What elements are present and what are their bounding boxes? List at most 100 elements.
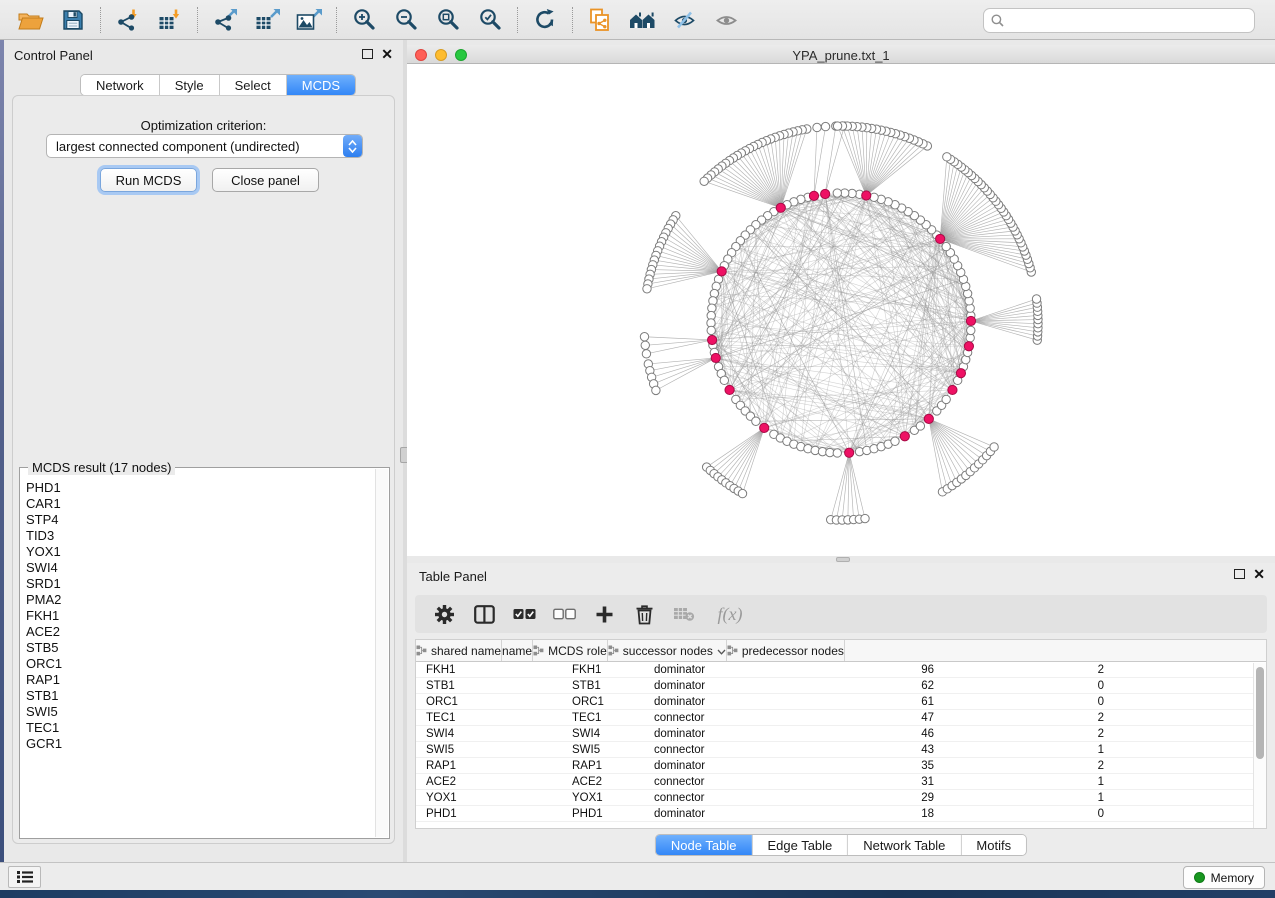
deselect-all-columns-icon[interactable] [549, 599, 579, 629]
mcds-result-item[interactable]: ORC1 [26, 656, 373, 672]
mcds-result-item[interactable]: SWI4 [26, 560, 373, 576]
mcds-result-item[interactable]: RAP1 [26, 672, 373, 688]
zoom-fit-icon[interactable] [431, 5, 465, 35]
open-file-icon[interactable] [14, 5, 48, 35]
mcds-result-item[interactable]: STB5 [26, 640, 373, 656]
mcds-result-item[interactable]: STB1 [26, 688, 373, 704]
run-mcds-button[interactable]: Run MCDS [100, 168, 197, 192]
dropdown-value: largest connected component (undirected) [47, 139, 343, 154]
table-row[interactable]: TEC1 TEC1 connector 47 2 [416, 710, 1266, 726]
control-panel-tab[interactable]: Style [160, 75, 220, 95]
optimization-dropdown[interactable]: largest connected component (undirected) [46, 134, 363, 158]
table-scrollbar[interactable] [1253, 663, 1266, 828]
import-network-icon[interactable] [111, 5, 145, 35]
zoom-in-icon[interactable] [347, 5, 381, 35]
horizontal-splitter[interactable] [407, 556, 1275, 563]
control-panel-tab[interactable]: MCDS [287, 75, 355, 95]
hide-selected-eye-icon[interactable] [667, 5, 701, 35]
mcds-result-item[interactable]: CAR1 [26, 496, 373, 512]
column-label: successor nodes [623, 644, 713, 658]
table-tab[interactable]: Network Table [848, 835, 961, 855]
table-row[interactable]: PHD1 PHD1 dominator 18 0 [416, 806, 1266, 822]
cell-name: TEC1 [562, 710, 644, 725]
first-neighbors-icon[interactable] [625, 5, 659, 35]
mcds-result-item[interactable]: ACE2 [26, 624, 373, 640]
cell-shared-name: SWI4 [416, 726, 562, 741]
table-row[interactable]: RAP1 RAP1 dominator 35 2 [416, 758, 1266, 774]
cell-mcds-role: connector [644, 710, 792, 725]
cell-name: ACE2 [562, 774, 644, 789]
table-row[interactable]: ORC1 ORC1 dominator 61 0 [416, 694, 1266, 710]
sort-chevron-icon[interactable] [717, 644, 726, 658]
close-table-panel-icon[interactable]: ✕ [1253, 569, 1265, 579]
network-canvas[interactable] [407, 64, 1275, 556]
table-scrollbar-thumb[interactable] [1256, 667, 1264, 759]
mcds-result-item[interactable]: STP4 [26, 512, 373, 528]
mcds-result-item[interactable]: YOX1 [26, 544, 373, 560]
zoom-selected-icon[interactable] [473, 5, 507, 35]
cell-shared-name: PHD1 [416, 806, 562, 821]
mcds-result-item[interactable]: SWI5 [26, 704, 373, 720]
toolbar-separator [197, 7, 198, 33]
splitter-grip[interactable] [836, 557, 850, 562]
save-session-icon[interactable] [56, 5, 90, 35]
result-scrollbar[interactable] [375, 469, 388, 837]
cell-filler [1114, 790, 1266, 805]
cell-name: STB1 [562, 678, 644, 693]
export-table-icon[interactable] [250, 5, 284, 35]
table-row[interactable]: SWI5 SWI5 connector 43 1 [416, 742, 1266, 758]
global-search[interactable] [983, 8, 1255, 33]
memory-button[interactable]: Memory [1183, 866, 1265, 889]
mcds-result-item[interactable]: FKH1 [26, 608, 373, 624]
cell-predecessor-nodes: 0 [944, 678, 1114, 693]
column-header[interactable]: MCDS role [533, 640, 608, 661]
column-header[interactable]: name [502, 640, 533, 661]
close-panel-button[interactable]: Close panel [212, 168, 319, 192]
table-tab[interactable]: Motifs [961, 835, 1026, 855]
select-all-columns-icon[interactable] [509, 599, 539, 629]
settings-gear-icon[interactable] [429, 599, 459, 629]
mcds-result-item[interactable]: PHD1 [26, 480, 373, 496]
search-input[interactable] [1009, 14, 1254, 28]
mcds-result-item[interactable]: TID3 [26, 528, 373, 544]
mcds-result-item[interactable]: GCR1 [26, 736, 373, 752]
cell-name: RAP1 [562, 758, 644, 773]
column-header[interactable]: predecessor nodes [727, 640, 845, 661]
cell-filler [1114, 806, 1266, 821]
cell-predecessor-nodes: 0 [944, 806, 1114, 821]
table-tab[interactable]: Node Table [656, 835, 753, 855]
table-row[interactable]: SWI4 SWI4 dominator 46 2 [416, 726, 1266, 742]
column-layout-icon[interactable] [469, 599, 499, 629]
close-panel-icon[interactable]: ✕ [381, 49, 393, 59]
delete-columns-trash-icon[interactable] [629, 599, 659, 629]
mcds-result-item[interactable]: SRD1 [26, 576, 373, 592]
cell-shared-name: SWI5 [416, 742, 562, 757]
mcds-result-item[interactable]: TEC1 [26, 720, 373, 736]
refresh-view-icon[interactable] [528, 5, 562, 35]
table-row[interactable]: STB1 STB1 dominator 62 0 [416, 678, 1266, 694]
mcds-result-list[interactable]: PHD1CAR1STP4TID3YOX1SWI4SRD1PMA2FKH1ACE2… [26, 480, 373, 834]
copy-network-icon[interactable] [583, 5, 617, 35]
control-panel: Control Panel ✕ Network Style Select MCD… [4, 40, 403, 862]
cell-successor-nodes: 96 [792, 662, 944, 677]
control-panel-tab[interactable]: Network [81, 75, 160, 95]
table-tab[interactable]: Edge Table [752, 835, 848, 855]
add-column-icon[interactable] [589, 599, 619, 629]
cell-mcds-role: connector [644, 790, 792, 805]
column-header[interactable]: successor nodes [608, 640, 727, 661]
cell-shared-name: YOX1 [416, 790, 562, 805]
column-header[interactable]: shared name [416, 640, 502, 661]
mcds-result-item[interactable]: PMA2 [26, 592, 373, 608]
float-panel-icon[interactable] [362, 49, 373, 59]
table-row[interactable]: ACE2 ACE2 connector 31 1 [416, 774, 1266, 790]
import-table-icon[interactable] [153, 5, 187, 35]
export-network-icon[interactable] [208, 5, 242, 35]
zoom-out-icon[interactable] [389, 5, 423, 35]
show-all-eye-icon[interactable] [709, 5, 743, 35]
table-row[interactable]: FKH1 FKH1 dominator 96 2 [416, 662, 1266, 678]
table-row[interactable]: YOX1 YOX1 connector 29 1 [416, 790, 1266, 806]
float-table-panel-icon[interactable] [1234, 569, 1245, 579]
export-image-icon[interactable] [292, 5, 326, 35]
task-history-button[interactable] [8, 866, 41, 888]
control-panel-tab[interactable]: Select [220, 75, 287, 95]
